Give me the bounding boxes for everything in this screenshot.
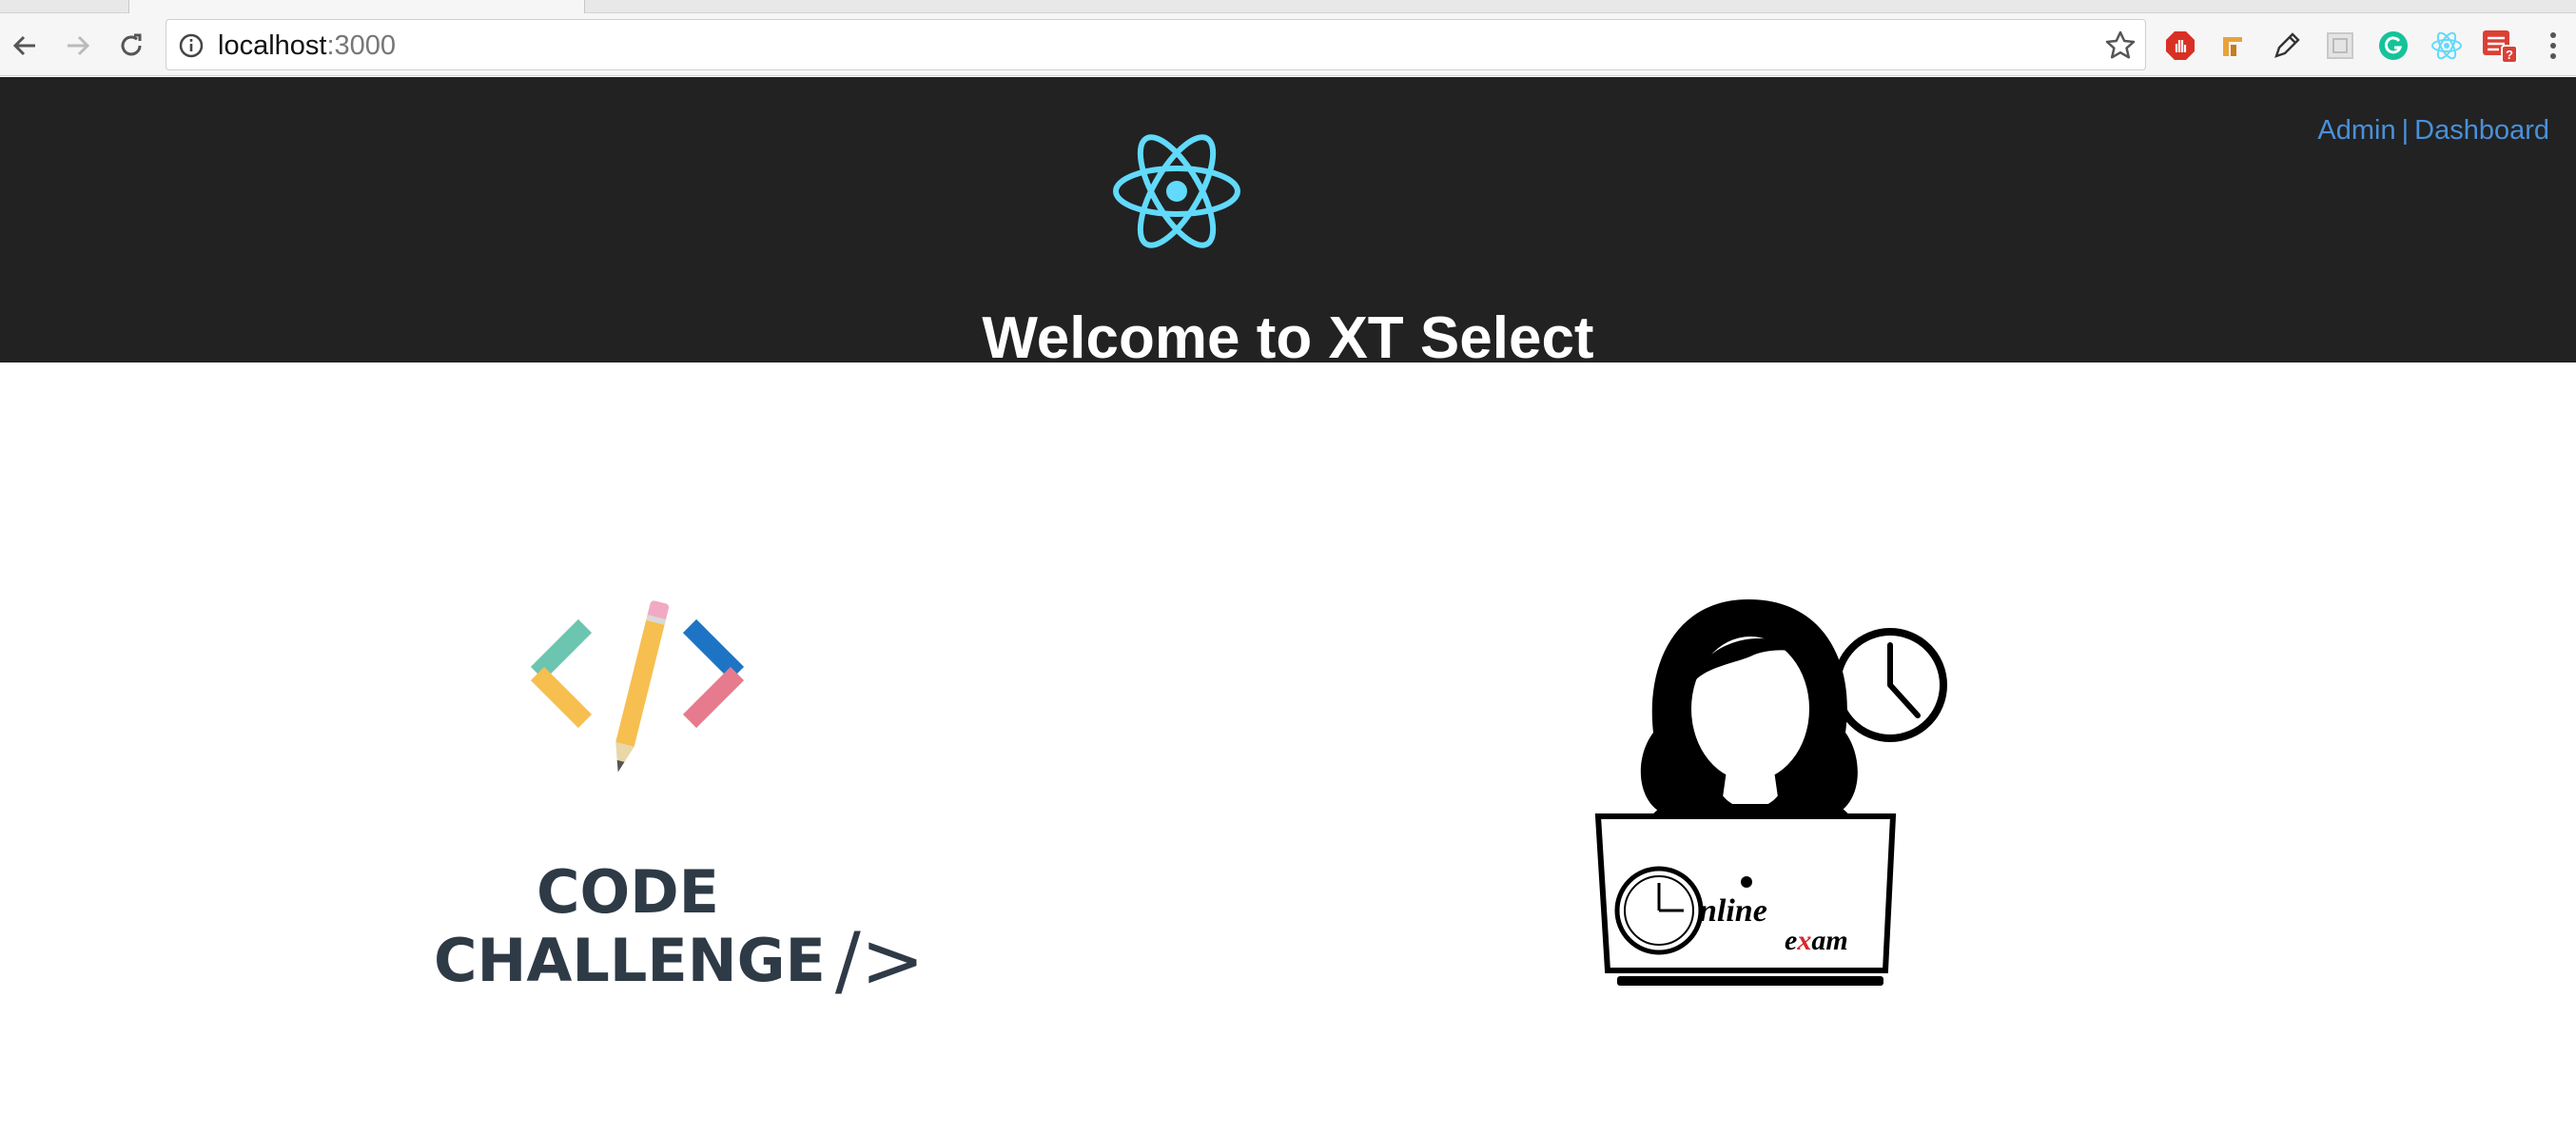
extension-grid-icon[interactable]: [2321, 27, 2359, 65]
code-label-line1: CODE: [536, 857, 720, 927]
browser-tabstrip: [0, 0, 2576, 13]
code-glyph: />: [834, 916, 925, 1005]
svg-text:?: ?: [2506, 48, 2513, 62]
back-arrow-icon[interactable]: [6, 27, 44, 65]
top-nav: Admin | Dashboard: [2317, 115, 2549, 147]
adblock-icon[interactable]: [2161, 27, 2199, 65]
grammarly-icon[interactable]: [2374, 27, 2412, 65]
url-host: localhost: [218, 30, 327, 61]
svg-text:exam: exam: [1785, 925, 1848, 956]
code-pencil-icon: [530, 600, 745, 773]
code-label-line2: CHALLENGE: [434, 926, 826, 995]
online-exam-illustration: nline exam: [1594, 599, 1947, 986]
url-text[interactable]: localhost:3000: [218, 30, 396, 61]
online-exam-card[interactable]: nline exam: [1579, 590, 1979, 989]
pencil-icon[interactable]: [2268, 27, 2306, 65]
react-logo-icon: [1113, 134, 1240, 248]
app-header: Welcome to XT Select Admin | Dashboard: [0, 77, 2576, 362]
url-port: :3000: [326, 30, 397, 61]
code-label-row: CHALLENGE />: [434, 923, 925, 999]
page-title: Welcome to XT Select: [982, 305, 1594, 362]
code-challenge-card[interactable]: CODE CHALLENGE />: [419, 590, 925, 1009]
browser-toolbar: localhost:3000 ?: [0, 13, 2576, 76]
extension-icon[interactable]: [2215, 27, 2253, 65]
todoist-icon[interactable]: ?: [2481, 27, 2519, 65]
nav-separator: |: [2401, 115, 2410, 146]
exam-label-nline: nline: [1699, 893, 1767, 929]
reload-icon[interactable]: [112, 27, 150, 65]
bookmark-star-icon[interactable]: [2103, 29, 2137, 63]
admin-link[interactable]: Admin: [2317, 115, 2395, 146]
react-devtools-icon[interactable]: [2428, 27, 2466, 65]
exam-label-am: am: [1811, 925, 1847, 956]
address-bar[interactable]: localhost:3000: [166, 19, 2146, 70]
dashboard-link[interactable]: Dashboard: [2414, 115, 2549, 146]
forward-arrow-icon[interactable]: [59, 27, 97, 65]
exam-label-x: x: [1796, 925, 1811, 956]
exam-label-e: e: [1785, 925, 1797, 956]
site-info-icon[interactable]: [178, 32, 205, 59]
menu-kebab-icon[interactable]: [2534, 27, 2572, 65]
browser-tab[interactable]: [128, 0, 585, 13]
